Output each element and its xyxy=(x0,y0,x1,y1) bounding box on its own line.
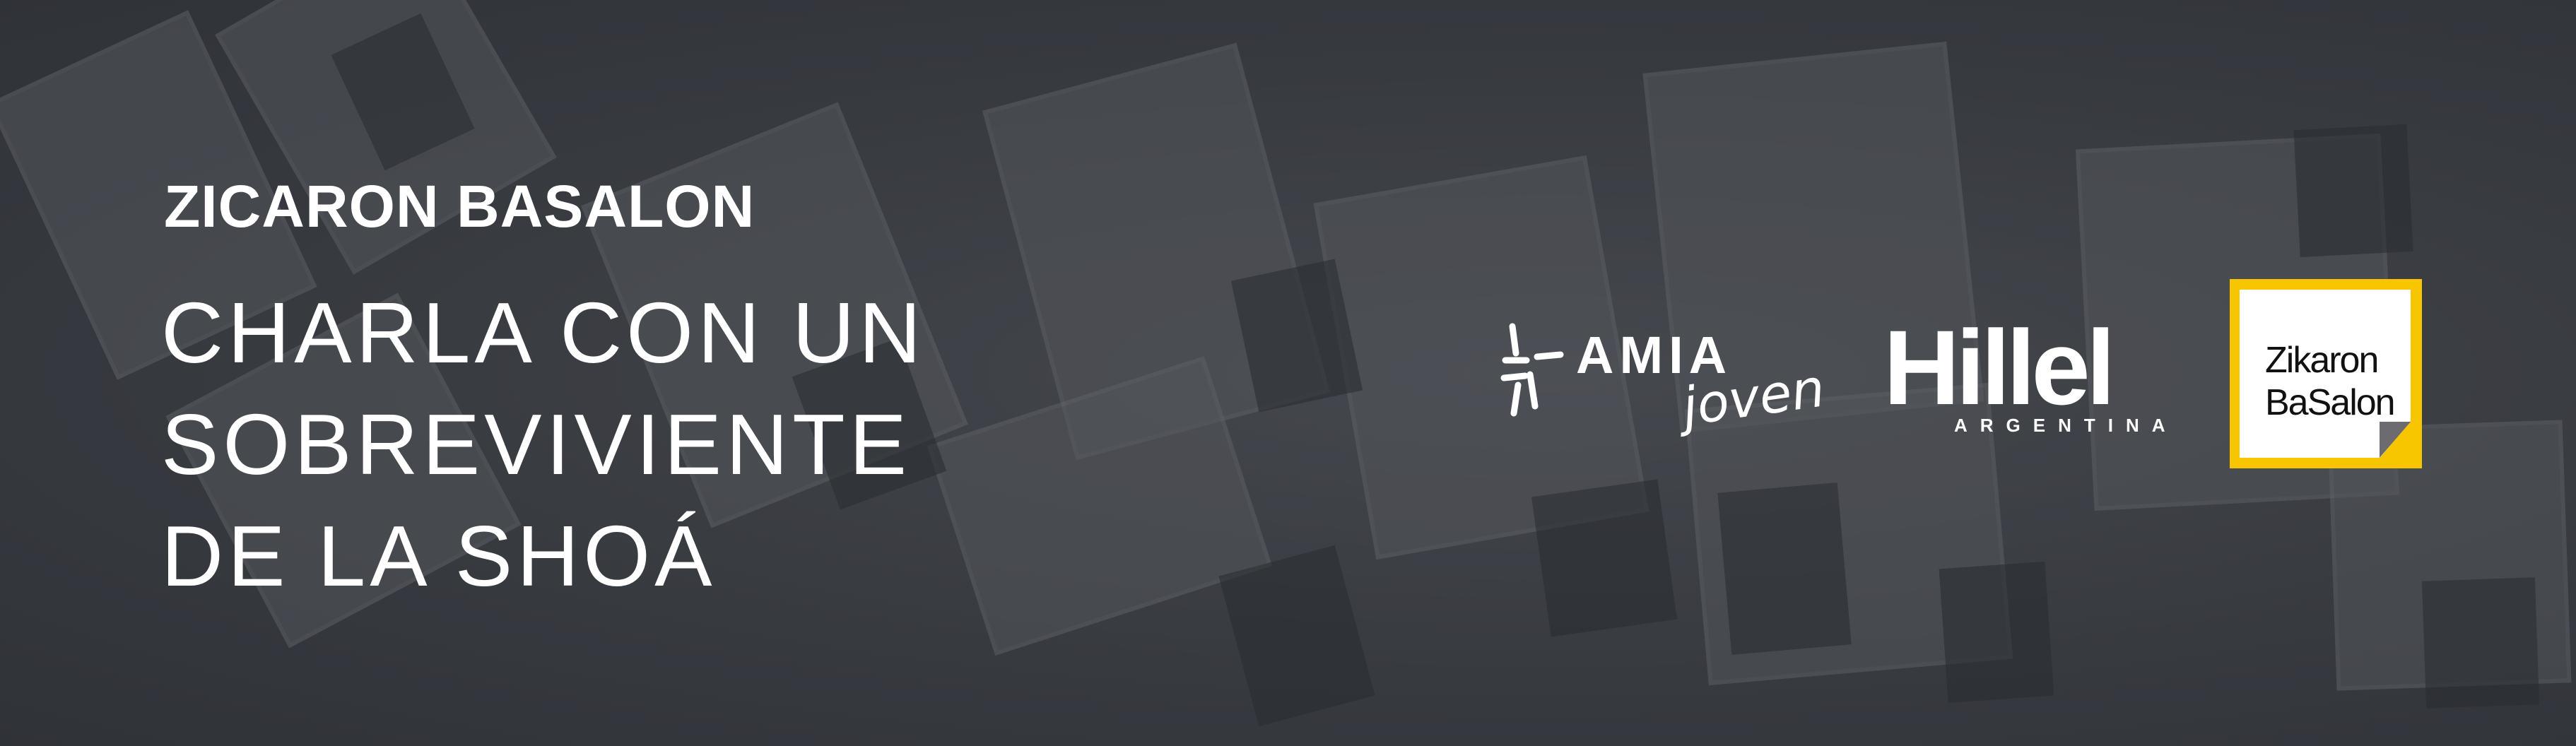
zikaron-line2: BaSalon xyxy=(2265,382,2396,423)
amia-joven-logo: AMIA joven xyxy=(1498,318,1828,438)
zikaron-line1: Zikaron xyxy=(2265,340,2379,381)
event-title: CHARLA CON UN SOBREVIVIENTE DE LA SHOÁ xyxy=(161,277,925,612)
title-line: DE LA SHOÁ xyxy=(161,508,717,604)
hillel-wordmark: Hillel xyxy=(1883,308,2115,427)
title-line: SOBREVIVIENTE xyxy=(161,396,912,492)
event-kicker: ZICARON BASALON xyxy=(164,173,755,239)
hillel-argentina-logo: Hillel ARGENTINA xyxy=(1883,314,2178,437)
sunburst-icon xyxy=(1500,323,1564,417)
title-line: CHARLA CON UN xyxy=(161,285,926,381)
hillel-subtitle: ARGENTINA xyxy=(1954,415,2178,436)
zikaron-basalon-logo: Zikaron BaSalon xyxy=(2230,279,2422,468)
